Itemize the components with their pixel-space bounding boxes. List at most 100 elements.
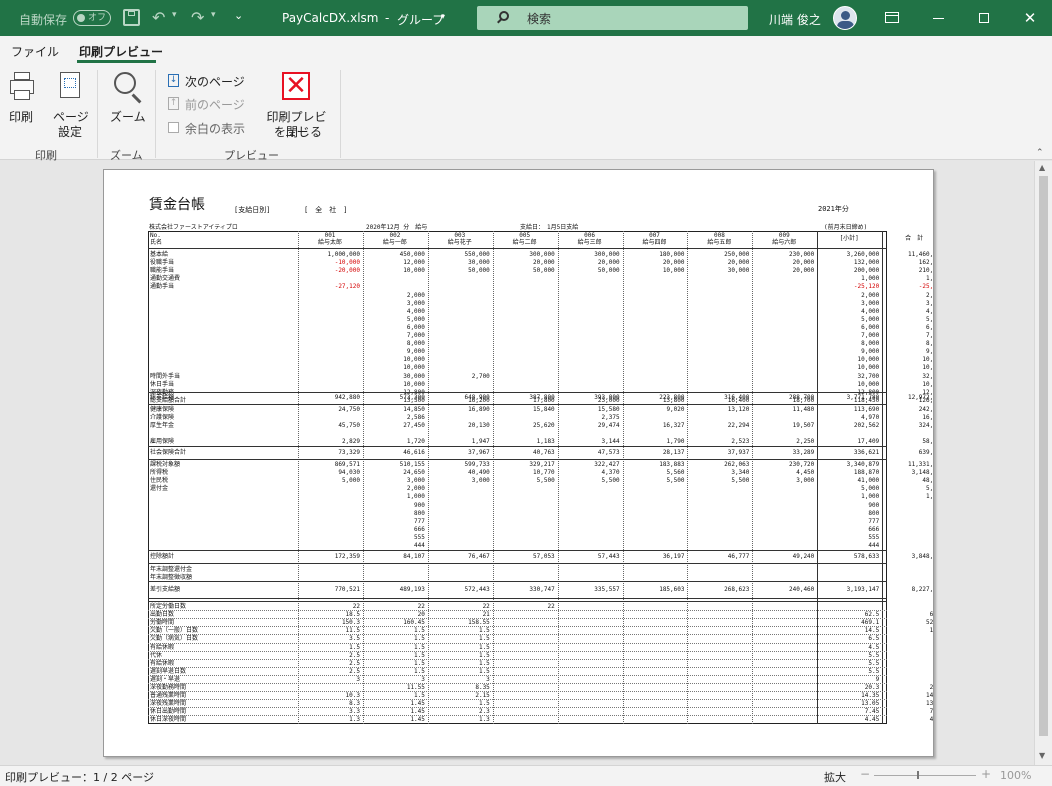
show-margins-label: 余白の表示 bbox=[185, 122, 246, 136]
insurance-label: 厚生年金 bbox=[150, 422, 175, 430]
undo-icon[interactable]: ↶ bbox=[152, 8, 165, 27]
attendance-row-divider bbox=[148, 683, 887, 684]
toggle-state: オフ bbox=[88, 13, 107, 23]
net-label: 差引支給額 bbox=[150, 586, 181, 593]
tab-print-preview[interactable]: 印刷プレビュー bbox=[79, 43, 163, 60]
scroll-thumb[interactable] bbox=[1039, 176, 1048, 736]
gross-value: 648,900 bbox=[464, 394, 490, 401]
attendance-value: 11.55 bbox=[406, 684, 425, 691]
row-divider bbox=[148, 459, 887, 460]
earning-value: 7,000 bbox=[861, 332, 880, 339]
sheet-note: (前月末日締め) bbox=[824, 224, 868, 231]
avatar[interactable] bbox=[833, 6, 857, 30]
earning-value: 3,000 bbox=[861, 299, 880, 307]
close-window-button[interactable]: ✕ bbox=[1007, 0, 1052, 36]
print-button[interactable]: 印刷 bbox=[6, 70, 46, 140]
tax-value: 666 bbox=[414, 525, 425, 533]
earning-value: 180,000 bbox=[659, 251, 685, 258]
toggle-knob bbox=[77, 14, 85, 22]
tax-label: 課税対象額 bbox=[150, 461, 181, 468]
attendance-row-divider bbox=[148, 650, 887, 652]
earning-value: 300,000 bbox=[594, 251, 620, 258]
attendance-label: 欠勤（一般）日数 bbox=[150, 627, 199, 635]
tax-value: 510,155 bbox=[399, 461, 425, 468]
group-separator bbox=[155, 70, 156, 158]
window-title-group[interactable]: グループ bbox=[397, 11, 444, 28]
attendance-value: 5.5 bbox=[884, 652, 933, 659]
zoom-slider-thumb[interactable] bbox=[916, 771, 919, 779]
attendance-value: 3.3 bbox=[349, 708, 360, 716]
group-dropdown-icon[interactable]: ▾ bbox=[441, 12, 445, 21]
search-box[interactable]: 検索 bbox=[477, 6, 748, 30]
insurance-value: 1,720 bbox=[406, 438, 425, 446]
print-label: 印刷 bbox=[9, 110, 34, 124]
next-page-button[interactable]: ↓ 次のページ bbox=[168, 73, 253, 90]
earning-value: 7,000 bbox=[926, 332, 934, 339]
scroll-up-icon[interactable]: ▲ bbox=[1039, 163, 1045, 172]
deduction-value: 172,359 bbox=[334, 553, 360, 560]
attendance-value: 14.35 bbox=[926, 692, 934, 700]
net-value: 335,557 bbox=[594, 586, 620, 593]
insurance-value: 9,020 bbox=[666, 406, 685, 413]
attendance-row-divider bbox=[148, 634, 887, 636]
tax-value: 5,560 bbox=[666, 469, 685, 477]
insurance-value: 13,120 bbox=[727, 406, 750, 413]
earning-value: 10,000 bbox=[922, 356, 934, 364]
earning-value: -20,000 bbox=[334, 267, 360, 275]
zoom-in-icon[interactable]: + bbox=[981, 767, 991, 781]
user-name[interactable]: 川端 俊之 bbox=[769, 11, 821, 28]
insurance-value: 16,327 bbox=[662, 422, 685, 430]
employee-no: 007 bbox=[649, 232, 660, 239]
tax-value: 188,870 bbox=[853, 469, 880, 477]
zoom-out-icon[interactable]: − bbox=[860, 767, 870, 781]
page-setup-button[interactable]: ページ 設定 bbox=[50, 70, 90, 140]
earning-label: 基本給 bbox=[150, 251, 169, 258]
scroll-down-icon[interactable]: ▼ bbox=[1039, 751, 1045, 760]
tax-value: 5,000 bbox=[861, 485, 880, 493]
tab-file[interactable]: ファイル bbox=[11, 43, 59, 60]
earning-value: 2,000 bbox=[861, 291, 880, 299]
close-preview-button[interactable]: ✕ 印刷プレビュー を閉じる bbox=[258, 70, 332, 140]
zoom-percent[interactable]: 100% bbox=[1000, 769, 1031, 782]
attendance-row-divider bbox=[148, 626, 887, 628]
collapse-ribbon-icon[interactable]: ⌃ bbox=[1036, 148, 1044, 158]
subtotal-header: [小計] bbox=[839, 235, 859, 242]
adjust-label: 年末調整還付金 bbox=[150, 566, 193, 573]
redo-icon[interactable]: ↷ bbox=[191, 8, 204, 27]
next-page-icon: ↓ bbox=[168, 74, 179, 87]
attendance-value: 11.5 bbox=[345, 627, 360, 635]
maximize-button[interactable] bbox=[961, 0, 1007, 36]
sheet-company: 株式会社ファーストアイティプロ bbox=[149, 224, 238, 231]
minimize-button[interactable] bbox=[915, 0, 961, 36]
prev-page-button[interactable]: ↑ 前のページ bbox=[168, 96, 253, 113]
undo-dropdown-icon[interactable]: ▾ bbox=[172, 10, 177, 20]
earning-value: 20,000 bbox=[597, 259, 620, 267]
insurance-value: 2,523 bbox=[731, 438, 750, 446]
attendance-value: 13.05 bbox=[926, 700, 934, 708]
status-bar: 印刷プレビュー：1 / 2 ページ 拡大 − + 100% bbox=[0, 765, 1052, 786]
tax-label: 所得税 bbox=[150, 469, 169, 477]
attendance-row-divider bbox=[148, 699, 887, 701]
attendance-value: 6.5 bbox=[884, 635, 933, 642]
earning-value: 10,000 bbox=[857, 356, 880, 364]
attendance-label: 普通残業時間 bbox=[150, 692, 187, 700]
ribbon-display-icon[interactable] bbox=[885, 12, 899, 23]
save-icon[interactable] bbox=[123, 9, 140, 26]
autosave-toggle[interactable]: オフ bbox=[73, 10, 111, 26]
deduction-value: 3,848,567 bbox=[911, 553, 934, 560]
employee-no: 009 bbox=[778, 232, 790, 239]
attendance-row-divider bbox=[148, 658, 887, 660]
earning-value: 6,000 bbox=[861, 323, 880, 331]
sheet-period: 2020年12月 分 給与 bbox=[366, 224, 428, 231]
show-margins-checkbox[interactable]: 余白の表示 bbox=[168, 120, 253, 137]
zoom-button[interactable]: ズーム bbox=[106, 70, 148, 140]
insurance-value: 25,620 bbox=[533, 422, 555, 430]
vertical-scrollbar[interactable]: ▲ ▼ bbox=[1034, 161, 1052, 765]
customize-toolbar-icon[interactable]: ⌄ bbox=[234, 9, 243, 22]
redo-dropdown-icon[interactable]: ▾ bbox=[211, 10, 216, 20]
active-tab-indicator bbox=[77, 60, 156, 63]
zoom-slider[interactable] bbox=[874, 775, 976, 776]
attendance-row-divider bbox=[148, 618, 887, 620]
earning-value: 3,260,000 bbox=[846, 251, 880, 258]
attendance-value: 1.5 bbox=[414, 692, 425, 700]
